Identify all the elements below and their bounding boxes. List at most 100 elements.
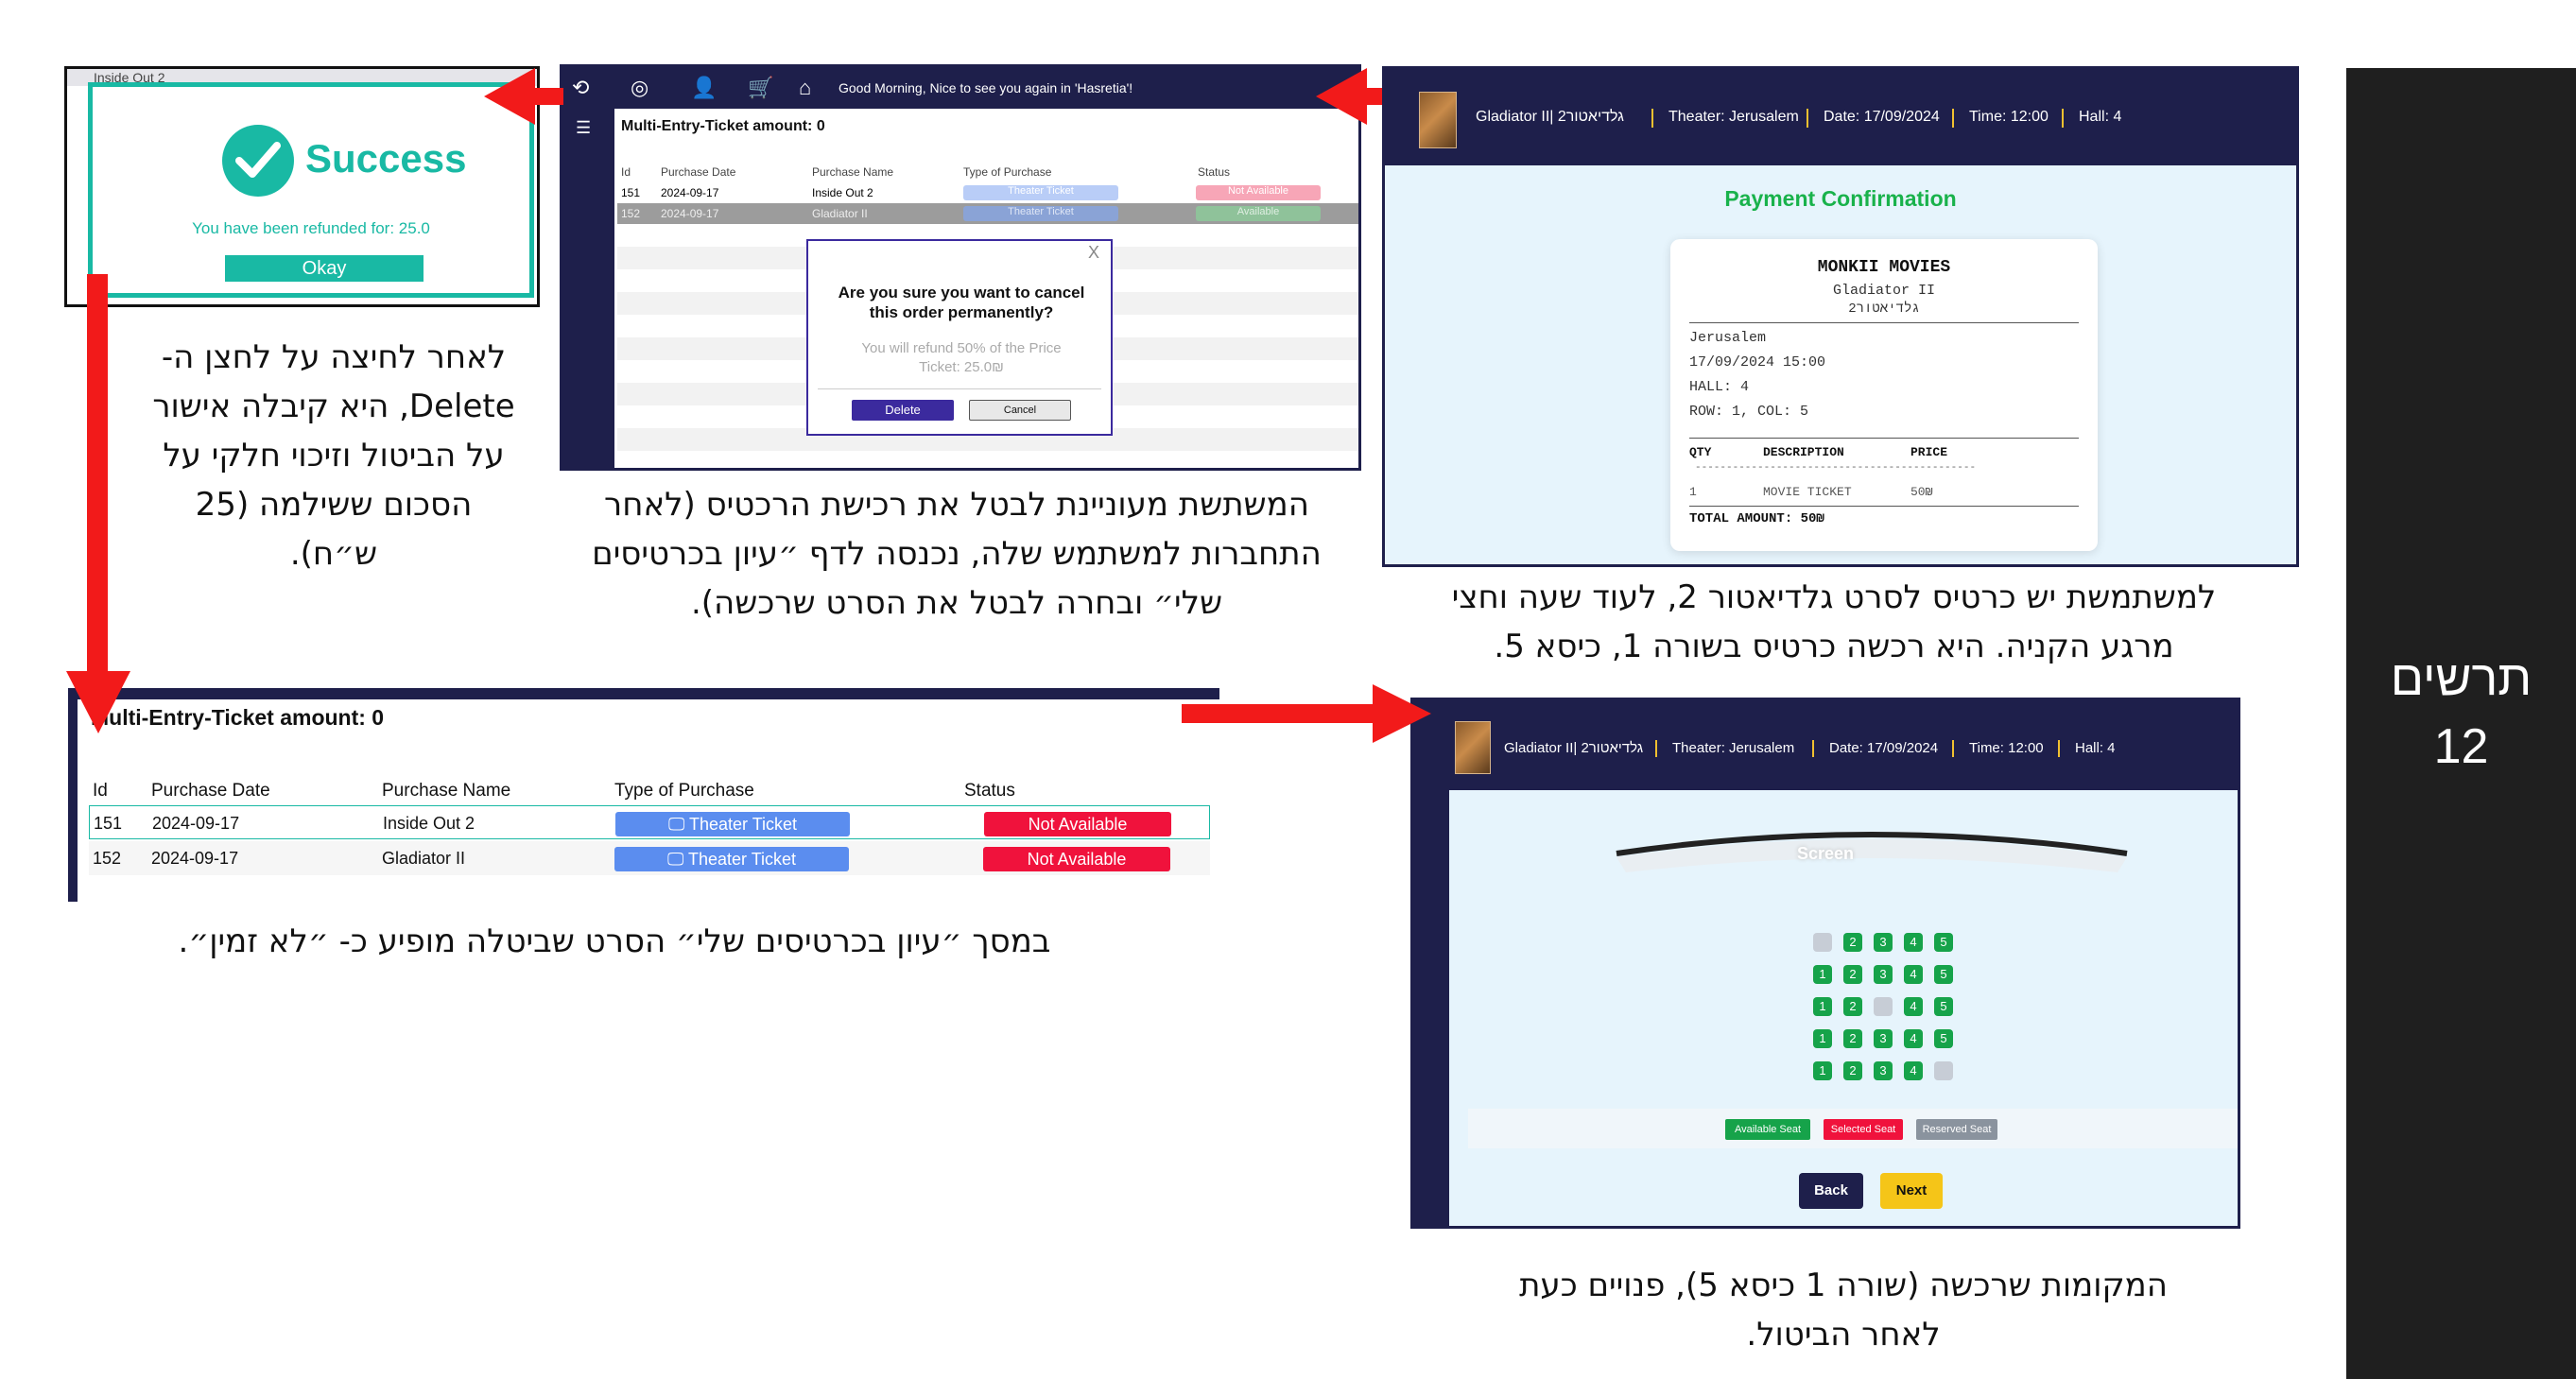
seat-available[interactable]: 3 <box>1874 1029 1893 1048</box>
table-row[interactable]: 151 2024-09-17 Inside Out 2 🖵 Theater Ti… <box>89 805 1210 839</box>
date: Date: 17/09/2024 <box>1824 109 1940 125</box>
row-id: 152 <box>621 207 641 220</box>
caption-cancel: המשתשת מעוניינת לבטל את רכישת הרכטיס (לא… <box>592 486 1322 622</box>
ticket-icon: 🖵 <box>667 815 689 834</box>
seat-available[interactable]: 4 <box>1904 933 1923 952</box>
seat-available[interactable]: 4 <box>1904 1029 1923 1048</box>
movie-info-bar: Gladiator II| גלדיאטור2 Theater: Jerusal… <box>1413 700 2238 790</box>
seat-available[interactable]: 2 <box>1843 997 1862 1016</box>
screen-label: Screen <box>1796 844 1855 863</box>
separator <box>2062 109 2064 128</box>
table-row[interactable]: 151 2024-09-17 Inside Out 2 Theater Tick… <box>617 182 1358 203</box>
seat-available[interactable]: 5 <box>1934 933 1953 952</box>
back-button[interactable]: Back <box>1799 1173 1863 1209</box>
item-qty: 1 <box>1689 485 1697 499</box>
cancel-button[interactable]: Cancel <box>969 400 1071 421</box>
movie-poster <box>1419 92 1457 148</box>
fingerprint-icon[interactable]: ◎ <box>631 77 648 99</box>
success-screenshot: Inside Out 2 Success You have been refun… <box>64 66 540 307</box>
row-id: 151 <box>621 186 641 199</box>
movie-info-bar: Gladiator II| גלדיאטור2 Theater: Jerusal… <box>1385 69 2296 165</box>
logout-icon[interactable]: ⟲ <box>572 77 589 99</box>
seat-available[interactable]: 5 <box>1934 1029 1953 1048</box>
receipt-city: Jerusalem <box>1689 330 1767 346</box>
arrow-payment-to-cancel <box>1367 88 1382 105</box>
seat-available[interactable]: 1 <box>1813 1029 1832 1048</box>
status-pill: Not Available <box>1196 185 1321 200</box>
seat-available[interactable]: 2 <box>1843 1029 1862 1048</box>
receipt-rowcol: ROW: 1, COL: 5 <box>1689 404 1809 420</box>
seat-available[interactable]: 4 <box>1904 997 1923 1016</box>
seat-reserved[interactable] <box>1813 933 1832 952</box>
movie-name: Gladiator II| גלדיאטור2 <box>1476 109 1624 125</box>
ticket-amount-heading: Multi-Entry-Ticket amount: 0 <box>621 114 1226 152</box>
row-name: Inside Out 2 <box>383 814 475 833</box>
my-tickets-screenshot: Multi-Entry-Ticket amount: 0 Id Purchase… <box>68 688 1219 902</box>
col-header-type: Type of Purchase <box>963 165 1052 179</box>
arrow-head-left <box>484 68 535 125</box>
side-nav-bar: ☰ <box>562 109 614 468</box>
cart-icon[interactable]: 🛒 <box>748 77 773 99</box>
status-pill: Available <box>1196 206 1321 221</box>
seat-available[interactable]: 3 <box>1874 933 1893 952</box>
separator <box>1812 740 1814 757</box>
col-header-status: Status <box>1198 165 1231 179</box>
seat-available[interactable]: 5 <box>1934 997 1953 1016</box>
seat-reserved[interactable] <box>1934 1061 1953 1080</box>
hall: Hall: 4 <box>2079 109 2122 125</box>
divider <box>818 388 1101 389</box>
okay-button[interactable]: Okay <box>225 255 424 282</box>
seat-available[interactable]: 3 <box>1874 1061 1893 1080</box>
success-title: Success <box>305 136 467 181</box>
theater: Theater: Jerusalem <box>1672 740 1795 756</box>
item-description: MOVIE TICKET <box>1763 485 1852 499</box>
separator <box>1651 109 1653 128</box>
close-icon[interactable]: X <box>1088 243 1099 263</box>
type-pill: 🖵 Theater Ticket <box>615 812 850 836</box>
user-icon[interactable]: 👤 <box>691 77 717 99</box>
legend-reserved: Reserved Seat <box>1916 1119 1997 1140</box>
movie-name: Gladiator II| גלדיאטור2 <box>1504 740 1644 756</box>
arrow-cancel-to-success <box>535 88 563 105</box>
row-id: 151 <box>94 814 123 833</box>
next-button[interactable]: Next <box>1880 1173 1943 1209</box>
table-row-selected[interactable]: 152 2024-09-17 Gladiator II Theater Tick… <box>617 203 1358 224</box>
home-icon[interactable]: ⌂ <box>799 77 811 99</box>
status-pill: Not Available <box>984 812 1171 836</box>
caption-payment: למשתמשת יש כרטיס לסרט גלדיאטור 2, לעוד ש… <box>1451 578 2217 665</box>
receipt-card: MONKII MOVIES Gladiator II גלדיאטור2 Jer… <box>1670 239 2098 551</box>
table-row[interactable]: 152 2024-09-17 Gladiator II 🖵 Theater Ti… <box>89 841 1210 875</box>
seat-available[interactable]: 4 <box>1904 1061 1923 1080</box>
payment-title: Payment Confirmation <box>1724 186 1957 211</box>
legend-selected: Selected Seat <box>1824 1119 1903 1140</box>
status-pill: Not Available <box>983 847 1170 871</box>
seat-available[interactable]: 5 <box>1934 965 1953 984</box>
row-name: Gladiator II <box>382 849 466 868</box>
arrow-tickets-to-seats <box>1182 704 1380 723</box>
seat-available[interactable]: 4 <box>1904 965 1923 984</box>
seat-available[interactable]: 1 <box>1813 1061 1832 1080</box>
payment-screenshot: Gladiator II| גלדיאטור2 Theater: Jerusal… <box>1382 66 2299 567</box>
type-pill: Theater Ticket <box>963 185 1118 200</box>
seat-available[interactable]: 1 <box>1813 965 1832 984</box>
row-date: 2024-09-17 <box>661 207 719 220</box>
arrow-head-left <box>1316 68 1367 125</box>
seat-available[interactable]: 2 <box>1843 965 1862 984</box>
ticket-icon: 🖵 <box>666 850 688 869</box>
seat-reserved[interactable] <box>1874 997 1893 1016</box>
seat-available[interactable]: 1 <box>1813 997 1832 1016</box>
success-modal: Success You have been refunded for: 25.0… <box>88 82 534 298</box>
menu-icon[interactable]: ☰ <box>576 116 591 139</box>
caption-success: לאחר לחיצה על לחצן ה-Delete, היא קיבלה א… <box>152 338 515 573</box>
arrow-success-to-tickets <box>87 274 108 681</box>
caption-tickets: במסך ״עיון בכרטיסים שלי״ הסרט שביטלה מופ… <box>178 922 1051 960</box>
divider <box>1689 322 2079 323</box>
seat-available[interactable]: 3 <box>1874 965 1893 984</box>
divider <box>1689 438 2079 439</box>
delete-button[interactable]: Delete <box>852 400 954 421</box>
seat-available[interactable]: 2 <box>1843 1061 1862 1080</box>
seat-map-screenshot: Gladiator II| גלדיאטור2 Theater: Jerusal… <box>1410 698 2240 1229</box>
diagram-sidebar: תרשים 12 <box>2346 68 2576 1379</box>
seat-available[interactable]: 2 <box>1843 933 1862 952</box>
type-label: Theater Ticket <box>687 850 797 869</box>
